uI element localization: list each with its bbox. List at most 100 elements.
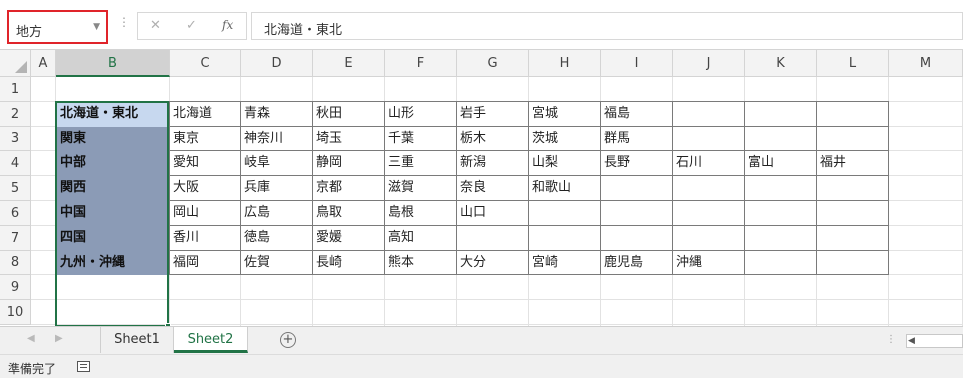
prefecture-cell[interactable]: 香川 xyxy=(170,226,240,250)
prefecture-cell[interactable]: 三重 xyxy=(385,151,456,175)
prefecture-cell[interactable]: 北海道 xyxy=(170,102,240,126)
prefecture-cell[interactable]: 山口 xyxy=(457,201,528,225)
enter-icon[interactable]: ✓ xyxy=(186,18,197,33)
column-header-j[interactable]: J xyxy=(673,50,745,77)
region-cell[interactable]: 中部 xyxy=(57,151,169,175)
prefecture-cell[interactable]: 千葉 xyxy=(385,127,456,150)
tab-sheet2[interactable]: Sheet2 xyxy=(174,327,248,353)
prefecture-cell[interactable]: 沖縄 xyxy=(673,251,744,274)
prefecture-cell[interactable]: 熊本 xyxy=(385,251,456,274)
prefecture-cell[interactable]: 石川 xyxy=(673,151,744,175)
row-header-10[interactable]: 10 xyxy=(0,300,31,325)
region-cell[interactable]: 四国 xyxy=(57,226,169,250)
status-bar: 準備完了 xyxy=(0,354,963,378)
prefecture-cell[interactable]: 兵庫 xyxy=(241,176,312,200)
prefecture-cell[interactable]: 新潟 xyxy=(457,151,528,175)
region-cell[interactable]: 関西 xyxy=(57,176,169,200)
formula-bar-grip-icon: ⋮ xyxy=(118,15,130,29)
prefecture-cell[interactable]: 埼玉 xyxy=(313,127,384,150)
prefecture-cell[interactable]: 山形 xyxy=(385,102,456,126)
prefecture-cell[interactable]: 秋田 xyxy=(313,102,384,126)
prefecture-cell[interactable]: 高知 xyxy=(385,226,456,250)
tab-next-icon[interactable]: ▶ xyxy=(55,333,63,344)
prefecture-cell[interactable]: 山梨 xyxy=(529,151,600,175)
prefecture-cell[interactable]: 栃木 xyxy=(457,127,528,150)
row-header-1[interactable]: 1 xyxy=(0,77,31,102)
column-header-h[interactable]: H xyxy=(529,50,601,77)
prefecture-cell[interactable]: 宮城 xyxy=(529,102,600,126)
prefecture-cell[interactable]: 長崎 xyxy=(313,251,384,274)
cell-border xyxy=(888,101,889,275)
row-header-8[interactable]: 8 xyxy=(0,251,31,275)
prefecture-cell[interactable]: 奈良 xyxy=(457,176,528,200)
column-header-l[interactable]: L xyxy=(817,50,889,77)
prefecture-cell[interactable]: 宮崎 xyxy=(529,251,600,274)
column-header-f[interactable]: F xyxy=(385,50,457,77)
formula-bar: 地方 ▼ ⋮ ✕ ✓ fx 北海道・東北 xyxy=(0,0,963,50)
prefecture-cell[interactable]: 滋賀 xyxy=(385,176,456,200)
prefecture-cell[interactable]: 福岡 xyxy=(170,251,240,274)
prefecture-cell[interactable]: 富山 xyxy=(745,151,816,175)
prefecture-cell[interactable]: 岐阜 xyxy=(241,151,312,175)
row-header-3[interactable]: 3 xyxy=(0,127,31,151)
row-header-7[interactable]: 7 xyxy=(0,226,31,251)
region-cell[interactable]: 九州・沖縄 xyxy=(57,251,169,275)
prefecture-cell[interactable]: 広島 xyxy=(241,201,312,225)
prefecture-cell[interactable]: 福島 xyxy=(601,102,672,126)
prefecture-cell[interactable]: 佐賀 xyxy=(241,251,312,274)
cell-border xyxy=(672,101,673,275)
prefecture-cell[interactable]: 大阪 xyxy=(170,176,240,200)
prefecture-cell[interactable]: 大分 xyxy=(457,251,528,274)
column-header-m[interactable]: M xyxy=(889,50,963,77)
prefecture-cell[interactable]: 東京 xyxy=(170,127,240,150)
column-header-a[interactable]: A xyxy=(31,50,56,77)
tab-split-handle-icon[interactable]: ⋮ xyxy=(886,334,896,345)
column-header-b[interactable]: B xyxy=(56,50,170,77)
column-header-d[interactable]: D xyxy=(241,50,313,77)
row-header-4[interactable]: 4 xyxy=(0,151,31,176)
cell-border xyxy=(744,101,745,275)
prefecture-cell[interactable]: 鹿児島 xyxy=(601,251,672,274)
prefecture-cell[interactable]: 岡山 xyxy=(170,201,240,225)
region-cell[interactable]: 中国 xyxy=(57,201,169,225)
prefecture-cell[interactable]: 鳥取 xyxy=(313,201,384,225)
prefecture-cell[interactable]: 福井 xyxy=(817,151,888,175)
prefecture-cell[interactable]: 群馬 xyxy=(601,127,672,150)
column-header-c[interactable]: C xyxy=(170,50,241,77)
column-header-i[interactable]: I xyxy=(601,50,673,77)
horizontal-scrollbar[interactable]: ◀ xyxy=(906,334,963,348)
prefecture-cell[interactable]: 静岡 xyxy=(313,151,384,175)
select-all-corner[interactable] xyxy=(0,50,31,77)
prefecture-cell[interactable]: 青森 xyxy=(241,102,312,126)
tab-sheet1[interactable]: Sheet1 xyxy=(100,327,174,353)
row-header-2[interactable]: 2 xyxy=(0,102,31,127)
name-box-dropdown-icon[interactable]: ▼ xyxy=(93,22,100,32)
row-header-5[interactable]: 5 xyxy=(0,176,31,201)
insert-function-icon[interactable]: fx xyxy=(222,18,233,32)
region-cell[interactable]: 北海道・東北 xyxy=(57,102,169,126)
add-sheet-button[interactable]: + xyxy=(280,332,296,348)
column-header-e[interactable]: E xyxy=(313,50,385,77)
cancel-icon[interactable]: ✕ xyxy=(150,18,161,33)
prefecture-cell[interactable]: 京都 xyxy=(313,176,384,200)
row-header-9[interactable]: 9 xyxy=(0,275,31,300)
row-header-6[interactable]: 6 xyxy=(0,201,31,226)
prefecture-cell[interactable]: 徳島 xyxy=(241,226,312,250)
region-cell[interactable]: 関東 xyxy=(57,127,169,151)
prefecture-cell[interactable]: 岩手 xyxy=(457,102,528,126)
prefecture-cell[interactable]: 愛媛 xyxy=(313,226,384,250)
prefecture-cell[interactable]: 島根 xyxy=(385,201,456,225)
prefecture-cell[interactable]: 和歌山 xyxy=(529,176,600,200)
prefecture-cell[interactable]: 神奈川 xyxy=(241,127,312,150)
tab-prev-icon[interactable]: ◀ xyxy=(27,333,35,344)
scroll-left-icon[interactable]: ◀ xyxy=(908,335,915,347)
name-box[interactable]: 地方 ▼ xyxy=(7,10,108,44)
column-header-g[interactable]: G xyxy=(457,50,529,77)
prefecture-cell[interactable]: 長野 xyxy=(601,151,672,175)
prefecture-cell[interactable]: 茨城 xyxy=(529,127,600,150)
worksheet-grid[interactable]: A B C D E F G H I J K L M 1 2 3 4 5 6 7 8 9 10 北海道・東北 関東 中部 関西 中国 四国… xyxy=(0,50,963,326)
macro-record-icon[interactable] xyxy=(77,361,90,372)
column-header-k[interactable]: K xyxy=(745,50,817,77)
formula-input[interactable]: 北海道・東北 xyxy=(251,12,963,40)
prefecture-cell[interactable]: 愛知 xyxy=(170,151,240,175)
